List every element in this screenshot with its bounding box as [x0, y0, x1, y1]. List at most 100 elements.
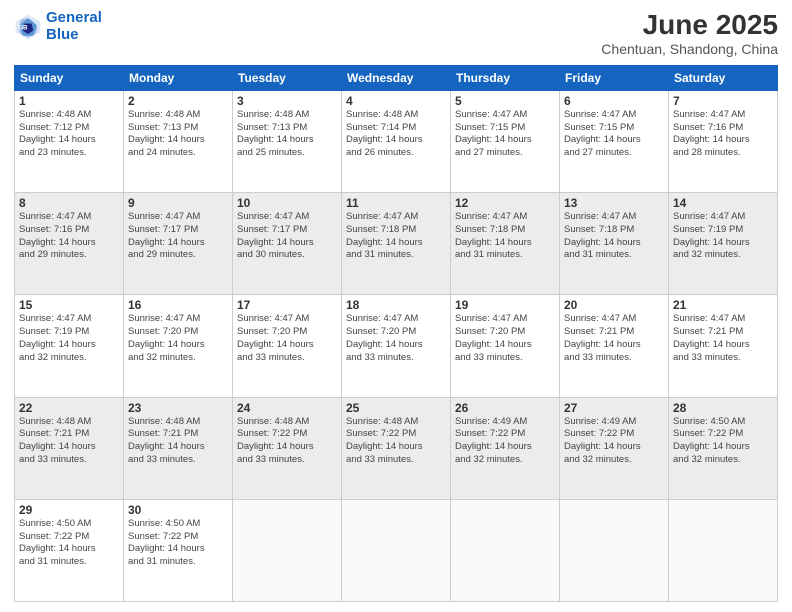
day-info: Sunrise: 4:48 AM Sunset: 7:22 PM Dayligh… — [237, 416, 337, 467]
day-info: Sunrise: 4:47 AM Sunset: 7:21 PM Dayligh… — [673, 313, 773, 364]
table-row: 9Sunrise: 4:47 AM Sunset: 7:17 PM Daylig… — [124, 193, 233, 295]
table-row — [669, 499, 778, 601]
day-number: 26 — [455, 401, 555, 415]
logo-text: General Blue — [46, 10, 102, 43]
day-number: 28 — [673, 401, 773, 415]
table-row — [560, 499, 669, 601]
table-row: 2Sunrise: 4:48 AM Sunset: 7:13 PM Daylig… — [124, 90, 233, 192]
table-row: 22Sunrise: 4:48 AM Sunset: 7:21 PM Dayli… — [15, 397, 124, 499]
calendar-table: Sunday Monday Tuesday Wednesday Thursday… — [14, 65, 778, 602]
col-wednesday: Wednesday — [342, 65, 451, 90]
calendar-subtitle: Chentuan, Shandong, China — [601, 41, 778, 57]
day-info: Sunrise: 4:48 AM Sunset: 7:14 PM Dayligh… — [346, 109, 446, 160]
day-info: Sunrise: 4:47 AM Sunset: 7:21 PM Dayligh… — [564, 313, 664, 364]
day-info: Sunrise: 4:47 AM Sunset: 7:18 PM Dayligh… — [564, 211, 664, 262]
table-row: 29Sunrise: 4:50 AM Sunset: 7:22 PM Dayli… — [15, 499, 124, 601]
table-row: 23Sunrise: 4:48 AM Sunset: 7:21 PM Dayli… — [124, 397, 233, 499]
table-row: 16Sunrise: 4:47 AM Sunset: 7:20 PM Dayli… — [124, 295, 233, 397]
day-number: 29 — [19, 503, 119, 517]
svg-text:GB: GB — [18, 24, 28, 31]
day-number: 1 — [19, 94, 119, 108]
table-row — [233, 499, 342, 601]
table-row: 27Sunrise: 4:49 AM Sunset: 7:22 PM Dayli… — [560, 397, 669, 499]
logo-icon: GB — [14, 13, 42, 41]
day-number: 20 — [564, 298, 664, 312]
day-number: 25 — [346, 401, 446, 415]
calendar-title: June 2025 — [601, 10, 778, 41]
col-sunday: Sunday — [15, 65, 124, 90]
day-info: Sunrise: 4:47 AM Sunset: 7:20 PM Dayligh… — [237, 313, 337, 364]
day-info: Sunrise: 4:47 AM Sunset: 7:20 PM Dayligh… — [455, 313, 555, 364]
day-info: Sunrise: 4:48 AM Sunset: 7:12 PM Dayligh… — [19, 109, 119, 160]
table-row: 5Sunrise: 4:47 AM Sunset: 7:15 PM Daylig… — [451, 90, 560, 192]
day-number: 8 — [19, 196, 119, 210]
table-row — [451, 499, 560, 601]
col-tuesday: Tuesday — [233, 65, 342, 90]
day-number: 6 — [564, 94, 664, 108]
day-number: 2 — [128, 94, 228, 108]
day-number: 18 — [346, 298, 446, 312]
table-row: 8Sunrise: 4:47 AM Sunset: 7:16 PM Daylig… — [15, 193, 124, 295]
col-monday: Monday — [124, 65, 233, 90]
day-number: 10 — [237, 196, 337, 210]
day-info: Sunrise: 4:47 AM Sunset: 7:19 PM Dayligh… — [19, 313, 119, 364]
day-number: 23 — [128, 401, 228, 415]
table-row: 21Sunrise: 4:47 AM Sunset: 7:21 PM Dayli… — [669, 295, 778, 397]
table-row: 13Sunrise: 4:47 AM Sunset: 7:18 PM Dayli… — [560, 193, 669, 295]
logo-line1: General — [46, 9, 102, 26]
day-number: 11 — [346, 196, 446, 210]
day-info: Sunrise: 4:48 AM Sunset: 7:21 PM Dayligh… — [128, 416, 228, 467]
page: GB General Blue June 2025 Chentuan, Shan… — [0, 0, 792, 612]
table-row: 17Sunrise: 4:47 AM Sunset: 7:20 PM Dayli… — [233, 295, 342, 397]
day-number: 14 — [673, 196, 773, 210]
table-row — [342, 499, 451, 601]
day-info: Sunrise: 4:48 AM Sunset: 7:13 PM Dayligh… — [237, 109, 337, 160]
table-row: 25Sunrise: 4:48 AM Sunset: 7:22 PM Dayli… — [342, 397, 451, 499]
table-row: 1Sunrise: 4:48 AM Sunset: 7:12 PM Daylig… — [15, 90, 124, 192]
day-info: Sunrise: 4:47 AM Sunset: 7:16 PM Dayligh… — [19, 211, 119, 262]
day-info: Sunrise: 4:47 AM Sunset: 7:20 PM Dayligh… — [128, 313, 228, 364]
day-info: Sunrise: 4:47 AM Sunset: 7:17 PM Dayligh… — [237, 211, 337, 262]
table-row: 7Sunrise: 4:47 AM Sunset: 7:16 PM Daylig… — [669, 90, 778, 192]
day-info: Sunrise: 4:50 AM Sunset: 7:22 PM Dayligh… — [128, 518, 228, 569]
col-saturday: Saturday — [669, 65, 778, 90]
day-info: Sunrise: 4:47 AM Sunset: 7:19 PM Dayligh… — [673, 211, 773, 262]
table-row: 24Sunrise: 4:48 AM Sunset: 7:22 PM Dayli… — [233, 397, 342, 499]
table-row: 20Sunrise: 4:47 AM Sunset: 7:21 PM Dayli… — [560, 295, 669, 397]
day-number: 7 — [673, 94, 773, 108]
day-info: Sunrise: 4:47 AM Sunset: 7:15 PM Dayligh… — [564, 109, 664, 160]
day-info: Sunrise: 4:47 AM Sunset: 7:18 PM Dayligh… — [346, 211, 446, 262]
day-number: 19 — [455, 298, 555, 312]
day-info: Sunrise: 4:49 AM Sunset: 7:22 PM Dayligh… — [455, 416, 555, 467]
day-info: Sunrise: 4:49 AM Sunset: 7:22 PM Dayligh… — [564, 416, 664, 467]
logo: GB General Blue — [14, 10, 102, 43]
table-row: 12Sunrise: 4:47 AM Sunset: 7:18 PM Dayli… — [451, 193, 560, 295]
day-number: 12 — [455, 196, 555, 210]
col-thursday: Thursday — [451, 65, 560, 90]
title-block: June 2025 Chentuan, Shandong, China — [601, 10, 778, 57]
table-row: 15Sunrise: 4:47 AM Sunset: 7:19 PM Dayli… — [15, 295, 124, 397]
table-row: 10Sunrise: 4:47 AM Sunset: 7:17 PM Dayli… — [233, 193, 342, 295]
day-number: 5 — [455, 94, 555, 108]
day-number: 24 — [237, 401, 337, 415]
table-row: 19Sunrise: 4:47 AM Sunset: 7:20 PM Dayli… — [451, 295, 560, 397]
day-info: Sunrise: 4:48 AM Sunset: 7:22 PM Dayligh… — [346, 416, 446, 467]
day-info: Sunrise: 4:47 AM Sunset: 7:15 PM Dayligh… — [455, 109, 555, 160]
table-row: 4Sunrise: 4:48 AM Sunset: 7:14 PM Daylig… — [342, 90, 451, 192]
table-row: 6Sunrise: 4:47 AM Sunset: 7:15 PM Daylig… — [560, 90, 669, 192]
day-number: 3 — [237, 94, 337, 108]
day-number: 4 — [346, 94, 446, 108]
day-number: 13 — [564, 196, 664, 210]
day-number: 30 — [128, 503, 228, 517]
header-row: Sunday Monday Tuesday Wednesday Thursday… — [15, 65, 778, 90]
day-info: Sunrise: 4:47 AM Sunset: 7:18 PM Dayligh… — [455, 211, 555, 262]
day-number: 17 — [237, 298, 337, 312]
day-number: 9 — [128, 196, 228, 210]
header: GB General Blue June 2025 Chentuan, Shan… — [14, 10, 778, 57]
day-info: Sunrise: 4:48 AM Sunset: 7:13 PM Dayligh… — [128, 109, 228, 160]
table-row: 30Sunrise: 4:50 AM Sunset: 7:22 PM Dayli… — [124, 499, 233, 601]
col-friday: Friday — [560, 65, 669, 90]
day-info: Sunrise: 4:47 AM Sunset: 7:17 PM Dayligh… — [128, 211, 228, 262]
logo-line2: Blue — [46, 26, 79, 43]
table-row: 28Sunrise: 4:50 AM Sunset: 7:22 PM Dayli… — [669, 397, 778, 499]
